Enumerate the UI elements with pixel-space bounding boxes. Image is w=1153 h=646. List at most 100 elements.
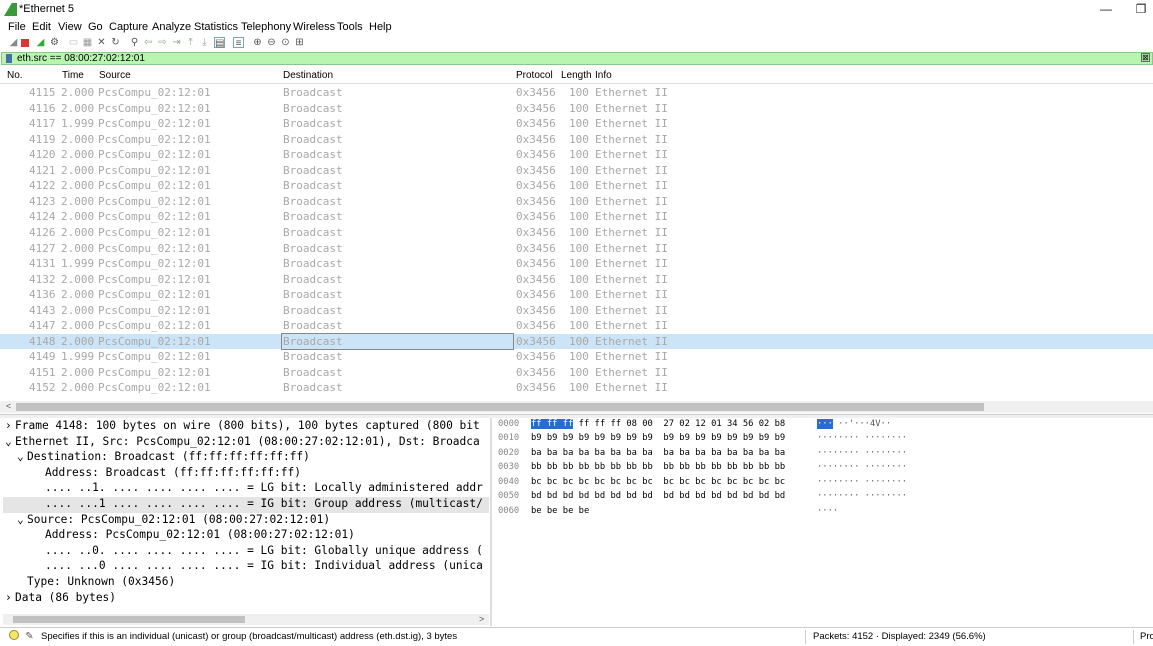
- column-source[interactable]: Source: [99, 70, 131, 81]
- close-file-icon[interactable]: ✕: [96, 37, 107, 48]
- resize-columns-icon[interactable]: ⊞: [294, 37, 305, 48]
- menu-file[interactable]: File: [8, 21, 26, 33]
- details-scrollbar-thumb[interactable]: [13, 616, 245, 623]
- packet-list-scrollbar[interactable]: <: [0, 401, 1153, 413]
- restore-button[interactable]: ❐: [1128, 1, 1153, 17]
- start-capture-icon[interactable]: ◢: [8, 37, 19, 48]
- hex-ascii[interactable]: ········ ········: [817, 477, 907, 487]
- last-packet-icon[interactable]: ⤓: [199, 37, 210, 48]
- detail-row[interactable]: Address: Broadcast (ff:ff:ff:ff:ff:ff): [3, 466, 489, 482]
- zoom-in-icon[interactable]: ⊕: [252, 37, 263, 48]
- menu-analyze[interactable]: Analyze: [152, 21, 191, 33]
- details-scrollbar[interactable]: >: [3, 614, 489, 625]
- menu-telephony[interactable]: Telephony: [241, 21, 291, 33]
- zoom-out-icon[interactable]: ⊖: [266, 37, 277, 48]
- menu-tools[interactable]: Tools: [337, 21, 363, 33]
- first-packet-icon[interactable]: ⤒: [185, 37, 196, 48]
- find-packet-icon[interactable]: ⚲: [129, 37, 140, 48]
- detail-row[interactable]: ⌄ Destination: Broadcast (ff:ff:ff:ff:ff:…: [3, 450, 489, 466]
- detail-row[interactable]: › Frame 4148: 100 bytes on wire (800 bits…: [3, 419, 489, 435]
- edit-comment-icon[interactable]: ✎: [24, 631, 35, 642]
- packet-row[interactable]: 4127 2.000 PcsCompu_02:12:01 Broadcast 0x345…: [0, 241, 1153, 257]
- packet-row[interactable]: 4124 2.000 PcsCompu_02:12:01 Broadcast 0x345…: [0, 209, 1153, 225]
- save-file-icon[interactable]: ▦: [82, 37, 93, 48]
- autoscroll-icon[interactable]: ▤: [214, 37, 225, 49]
- menu-go[interactable]: Go: [88, 21, 103, 33]
- expand-arrow-icon[interactable]: ›: [5, 591, 12, 604]
- detail-row[interactable]: Type: Unknown (0x3456): [3, 575, 489, 591]
- hex-ascii[interactable]: ····: [817, 506, 838, 516]
- scroll-right-icon[interactable]: >: [479, 614, 484, 624]
- go-forward-icon[interactable]: ⇨: [157, 37, 168, 48]
- detail-row[interactable]: ⌄ Ethernet II, Src: PcsCompu_02:12:01 (08…: [3, 435, 489, 451]
- hex-bytes[interactable]: be be be be: [531, 506, 589, 516]
- hex-ascii[interactable]: ········ ········: [817, 462, 907, 472]
- display-filter-input[interactable]: eth.src == 08:00:27:02:12:01: [17, 53, 145, 64]
- packet-row[interactable]: 4123 2.000 PcsCompu_02:12:01 Broadcast 0x345…: [0, 194, 1153, 210]
- packet-row[interactable]: 4122 2.000 PcsCompu_02:12:01 Broadcast 0x345…: [0, 178, 1153, 194]
- hex-bytes[interactable]: ff ff ff ff ff ff 08 00 27 02 12 01 34 5…: [531, 419, 785, 429]
- packet-row[interactable]: 4143 2.000 PcsCompu_02:12:01 Broadcast 0x345…: [0, 303, 1153, 319]
- packet-row[interactable]: 4147 2.000 PcsCompu_02:12:01 Broadcast 0x345…: [0, 318, 1153, 334]
- hex-ascii[interactable]: ········ ········: [817, 491, 907, 501]
- column-no[interactable]: No.: [7, 70, 23, 81]
- detail-row[interactable]: ⌄ Source: PcsCompu_02:12:01 (08:00:27:02:…: [3, 513, 489, 529]
- clear-filter-icon[interactable]: ⊠: [1141, 53, 1150, 62]
- column-protocol[interactable]: Protocol: [516, 70, 553, 81]
- detail-row[interactable]: .... ...1 .... .... .... .... = IG bit: …: [3, 497, 489, 513]
- column-info[interactable]: Info: [595, 70, 612, 81]
- display-filter-bar[interactable]: eth.src == 08:00:27:02:12:01 ⊠: [1, 52, 1153, 65]
- menu-statistics[interactable]: Statistics: [194, 21, 238, 33]
- stop-capture-icon[interactable]: [21, 39, 29, 47]
- detail-row[interactable]: .... ...0 .... .... .... .... = IG bit: …: [3, 559, 489, 575]
- menu-help[interactable]: Help: [369, 21, 392, 33]
- capture-options-icon[interactable]: ⚙: [49, 37, 60, 48]
- packet-row[interactable]: 4119 2.000 PcsCompu_02:12:01 Broadcast 0x345…: [0, 132, 1153, 148]
- hex-bytes-highlight[interactable]: ff ff ff: [531, 419, 574, 429]
- packet-row[interactable]: 4132 2.000 PcsCompu_02:12:01 Broadcast 0x345…: [0, 272, 1153, 288]
- collapse-arrow-icon[interactable]: ⌄: [17, 450, 24, 463]
- packet-row[interactable]: 4151 2.000 PcsCompu_02:12:01 Broadcast 0x345…: [0, 365, 1153, 381]
- scrollbar-thumb[interactable]: [16, 403, 984, 411]
- column-time[interactable]: Time: [62, 70, 84, 81]
- packet-row[interactable]: 4136 2.000 PcsCompu_02:12:01 Broadcast 0x345…: [0, 287, 1153, 303]
- packet-row[interactable]: 4117 1.999 PcsCompu_02:12:01 Broadcast 0x345…: [0, 116, 1153, 132]
- expert-info-icon[interactable]: [9, 630, 19, 640]
- menu-wireless[interactable]: Wireless: [293, 21, 335, 33]
- detail-row[interactable]: Address: PcsCompu_02:12:01 (08:00:27:02:…: [3, 528, 489, 544]
- hex-bytes[interactable]: ba ba ba ba ba ba ba ba ba ba ba ba ba b…: [531, 448, 785, 458]
- hex-bytes[interactable]: b9 b9 b9 b9 b9 b9 b9 b9 b9 b9 b9 b9 b9 b…: [531, 433, 785, 443]
- hex-ascii[interactable]: ········ ········: [817, 448, 907, 458]
- packet-row[interactable]: 4149 1.999 PcsCompu_02:12:01 Broadcast 0x345…: [0, 349, 1153, 365]
- normal-size-icon[interactable]: ⊙: [280, 37, 291, 48]
- hex-bytes[interactable]: bb bb bb bb bb bb bb bb bb bb bb bb bb b…: [531, 462, 785, 472]
- packet-row[interactable]: 4115 2.000 PcsCompu_02:12:01 Broadcast 0x345…: [0, 85, 1153, 101]
- packet-row[interactable]: 4126 2.000 PcsCompu_02:12:01 Broadcast 0x345…: [0, 225, 1153, 241]
- detail-row[interactable]: .... ..0. .... .... .... .... = LG bit: …: [3, 544, 489, 560]
- hex-bytes[interactable]: bd bd bd bd bd bd bd bd bd bd bd bd bd b…: [531, 491, 785, 501]
- go-back-icon[interactable]: ⇦: [143, 37, 154, 48]
- colorize-icon[interactable]: ≡: [233, 37, 244, 49]
- collapse-arrow-icon[interactable]: ⌄: [17, 513, 24, 526]
- menu-capture[interactable]: Capture: [109, 21, 148, 33]
- expand-arrow-icon[interactable]: ›: [5, 419, 12, 432]
- collapse-arrow-icon[interactable]: ⌄: [5, 435, 12, 448]
- packet-row[interactable]: 4148 2.000 PcsCompu_02:12:01 Broadcast 0x345…: [0, 332, 1153, 350]
- packet-row[interactable]: 4121 2.000 PcsCompu_02:12:01 Broadcast 0x345…: [0, 163, 1153, 179]
- detail-row[interactable]: › Data (86 bytes): [3, 591, 489, 607]
- packet-row[interactable]: 4152 2.000 PcsCompu_02:12:01 Broadcast 0x345…: [0, 380, 1153, 396]
- menu-edit[interactable]: Edit: [32, 21, 51, 33]
- packet-row[interactable]: 4131 1.999 PcsCompu_02:12:01 Broadcast 0x345…: [0, 256, 1153, 272]
- detail-row[interactable]: .... ..1. .... .... .... .... = LG bit: …: [3, 481, 489, 497]
- menu-view[interactable]: View: [58, 21, 82, 33]
- minimize-button[interactable]: —: [1093, 1, 1119, 17]
- hex-ascii[interactable]: ········ ········: [817, 433, 907, 443]
- ascii-highlight[interactable]: ···: [817, 419, 833, 429]
- scroll-left-icon[interactable]: <: [6, 401, 11, 411]
- packet-row[interactable]: 4116 2.000 PcsCompu_02:12:01 Broadcast 0x345…: [0, 101, 1153, 117]
- reload-file-icon[interactable]: ↻: [110, 37, 121, 48]
- open-file-icon[interactable]: ▭: [68, 37, 79, 48]
- profile-label[interactable]: Pro: [1140, 631, 1153, 642]
- go-to-packet-icon[interactable]: ⇥: [171, 37, 182, 48]
- bookmark-icon[interactable]: [6, 54, 12, 63]
